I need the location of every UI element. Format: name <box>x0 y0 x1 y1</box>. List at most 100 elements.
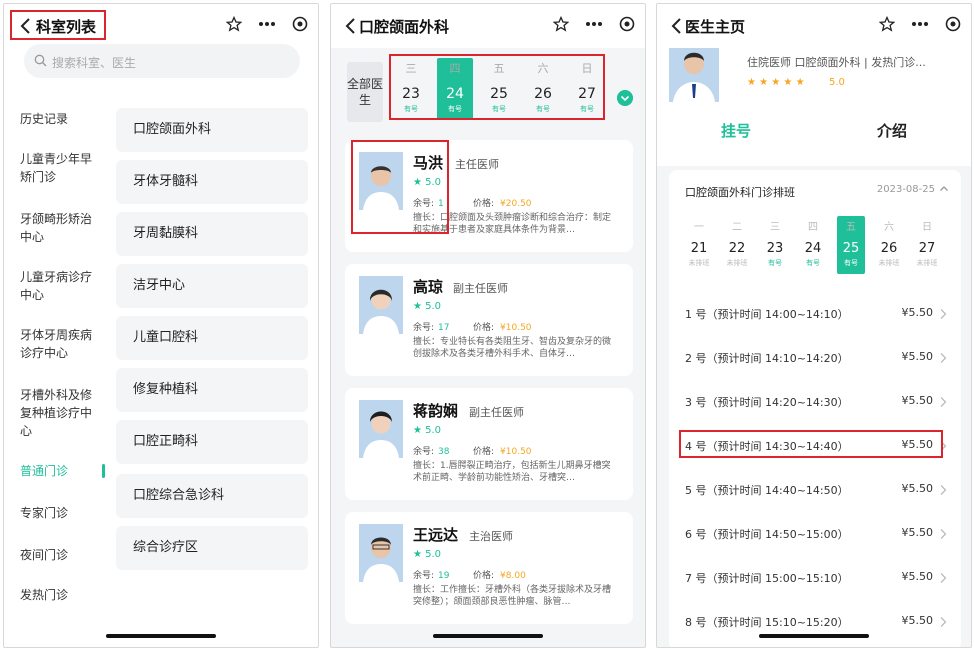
home-indicator <box>759 634 869 638</box>
sidebar-item[interactable]: 专家门诊 <box>20 504 100 522</box>
weekday-label: 三 <box>770 222 780 233</box>
doctor-avatar <box>359 400 403 458</box>
department-item[interactable]: 儿童口腔科 <box>116 316 308 360</box>
doctor-name: 高琼 <box>413 278 444 296</box>
schedule-date: 2023-08-25 <box>876 184 935 195</box>
tab-register[interactable]: 挂号 <box>721 120 751 141</box>
date-cell[interactable]: 六 26 未排班 <box>875 216 903 274</box>
sidebar-item[interactable]: 牙颌畸形矫治中心 <box>20 210 100 246</box>
date-cell-selected[interactable]: 五 25 有号 <box>837 216 865 274</box>
highlight-box <box>679 430 943 458</box>
date-cell[interactable]: 二 22 未排班 <box>723 216 751 274</box>
doctor-specialty: 擅长：专业特长有各类阻生牙、智齿及复杂牙的微创拔除术及各类牙槽外科手术、自体牙… <box>413 337 612 359</box>
more-icon[interactable] <box>585 21 603 27</box>
sidebar-item[interactable]: 儿童青少年早矫门诊 <box>20 150 100 186</box>
sidebar-item[interactable]: 儿童牙病诊疗中心 <box>20 268 100 304</box>
sidebar-item[interactable]: 历史记录 <box>20 110 100 128</box>
tab-intro[interactable]: 介绍 <box>877 120 907 141</box>
sidebar-item[interactable]: 发热门诊 <box>20 586 100 604</box>
date-cell[interactable]: 一 21 未排班 <box>685 216 713 274</box>
weekday-label: 一 <box>694 222 704 233</box>
more-icon[interactable] <box>258 21 276 27</box>
star-icon[interactable] <box>226 16 242 32</box>
doctor-card[interactable]: 蒋韵娴 副主任医师 ★ 5.0 余号: 38 价格: ¥10.50 擅长：1.唇腭裂… <box>345 388 633 500</box>
chevron-right-icon <box>940 485 947 495</box>
department-item[interactable]: 口腔正畸科 <box>116 420 308 464</box>
doctor-specialty: 擅长：1.唇腭裂正畸治疗，包括新生儿期鼻牙槽突术前正畸、学龄前功能性矫治、牙槽突… <box>413 461 611 483</box>
time-slot[interactable]: 5 号（预计时间 14:40~14:50） ¥5.50 <box>685 480 947 500</box>
date-cell[interactable]: 日 27 未排班 <box>913 216 941 274</box>
date-number: 22 <box>728 241 746 256</box>
doctor-title: 副主任医师 <box>469 406 524 419</box>
date-number: 27 <box>918 241 936 256</box>
search-input[interactable]: 搜索科室、医生 <box>24 44 300 78</box>
star-icon[interactable] <box>879 16 895 32</box>
doctor-price: 价格: ¥20.50 <box>473 199 532 209</box>
star-icon[interactable] <box>553 16 569 32</box>
chevron-right-icon <box>940 617 947 627</box>
department-item[interactable]: 牙体牙髓科 <box>116 160 308 204</box>
chevron-right-icon <box>940 309 947 319</box>
department-item[interactable]: 综合诊疗区 <box>116 526 308 570</box>
close-target-icon[interactable] <box>619 16 635 32</box>
highlight-box <box>351 140 449 234</box>
doctor-card[interactable]: 王远达 主治医师 ★ 5.0 余号: 19 价格: ¥8.00 擅长：工作擅长：牙槽… <box>345 512 633 624</box>
chevron-up-icon[interactable] <box>939 184 949 194</box>
more-icon[interactable] <box>911 21 929 27</box>
back-arrow-icon[interactable] <box>667 16 687 36</box>
sidebar-item[interactable]: 牙槽外科及修复种植诊疗中心 <box>20 386 100 440</box>
doctor-card[interactable]: 高琼 副主任医师 ★ 5.0 余号: 17 价格: ¥10.50 擅长：专业特长有各… <box>345 264 633 376</box>
weekday-label: 六 <box>884 222 894 233</box>
time-slot[interactable]: 3 号（预计时间 14:20~14:30） ¥5.50 <box>685 392 947 412</box>
date-cell[interactable]: 三 23 有号 <box>761 216 789 274</box>
slot-fee: ¥5.50 <box>901 614 934 627</box>
page-title: 医生主页 <box>685 18 746 36</box>
time-slot[interactable]: 8 号（预计时间 15:10~15:20） ¥5.50 <box>685 612 947 632</box>
rating-stars: ★ ★ ★ ★ ★ <box>747 77 805 88</box>
slot-fee: ¥5.50 <box>901 526 934 539</box>
close-target-icon[interactable] <box>292 16 308 32</box>
time-slot[interactable]: 6 号（预计时间 14:50~15:00） ¥5.50 <box>685 524 947 544</box>
department-item[interactable]: 洁牙中心 <box>116 264 308 308</box>
availability-label: 未排班 <box>688 259 710 267</box>
department-item[interactable]: 口腔综合急诊科 <box>116 474 308 518</box>
sidebar-item[interactable]: 牙体牙周疾病诊疗中心 <box>20 326 100 362</box>
home-indicator <box>106 634 216 638</box>
department-item[interactable]: 修复种植科 <box>116 368 308 412</box>
time-slot[interactable]: 1 号（预计时间 14:00~14:10） ¥5.50 <box>685 304 947 324</box>
time-slot[interactable]: 2 号（预计时间 14:10~14:20） ¥5.50 <box>685 348 947 368</box>
time-slot[interactable]: 7 号（预计时间 15:00~15:10） ¥5.50 <box>685 568 947 588</box>
date-cell[interactable]: 四 24 有号 <box>799 216 827 274</box>
remaining-slots: 余号: 19 <box>413 571 450 581</box>
schedule-title: 口腔颌面外科门诊排班 <box>685 186 795 199</box>
availability-label: 有号 <box>768 259 782 267</box>
sidebar-item[interactable]: 夜间门诊 <box>20 546 100 564</box>
highlight-box <box>10 10 106 40</box>
slot-label: 6 号（预计时间 14:50~15:00） <box>685 528 849 541</box>
back-arrow-icon[interactable] <box>341 16 361 36</box>
schedule-card: 口腔颌面外科门诊排班 2023-08-25 一 21 未排班 二 22 未排班 … <box>669 170 961 647</box>
search-icon <box>34 54 47 67</box>
doctor-price: 价格: ¥10.50 <box>473 323 532 333</box>
nav-header: 医生主页 <box>657 4 971 48</box>
date-number: 23 <box>766 241 784 256</box>
sidebar-item-active[interactable]: 普通门诊 <box>20 462 100 480</box>
department-list-screen: 科室列表 搜索科室、医生 历史记录 儿童青少年早矫门诊 牙颌畸形矫治中心 儿童牙… <box>3 3 319 648</box>
doctor-info: 住院医师 口腔颌面外科 | 发热门诊... <box>747 56 926 69</box>
doctor-price: 价格: ¥8.00 <box>473 571 526 581</box>
department-item[interactable]: 口腔颌面外科 <box>116 108 308 152</box>
search-placeholder: 搜索科室、医生 <box>52 56 137 70</box>
doctor-header: 住院医师 口腔颌面外科 | 发热门诊... ★ ★ ★ ★ ★ 5.0 挂号 介… <box>657 48 971 166</box>
all-doctors-button[interactable]: 全部医生 <box>347 62 383 122</box>
date-number: 21 <box>690 241 708 256</box>
expand-chevron-icon[interactable] <box>617 90 633 106</box>
doctor-title: 副主任医师 <box>453 282 508 295</box>
availability-label: 有号 <box>844 259 858 267</box>
highlight-box <box>389 54 605 120</box>
active-indicator <box>102 464 105 478</box>
doctor-avatar <box>669 48 719 102</box>
close-target-icon[interactable] <box>945 16 961 32</box>
department-item[interactable]: 牙周黏膜科 <box>116 212 308 256</box>
date-number: 25 <box>842 241 860 256</box>
availability-label: 未排班 <box>878 259 900 267</box>
